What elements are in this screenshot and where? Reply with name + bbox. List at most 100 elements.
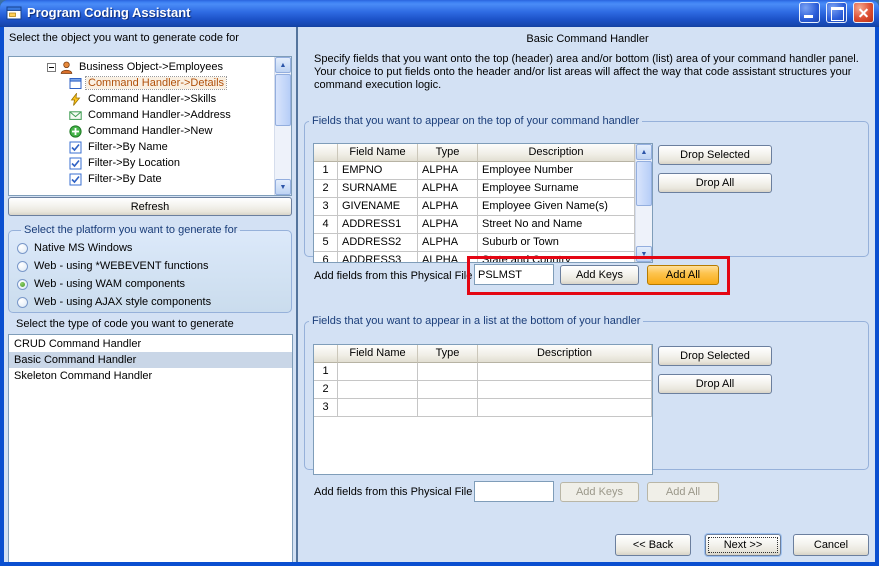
- cell-num: 4: [314, 216, 338, 234]
- tree-item-filter-by-date[interactable]: Filter->By Date: [9, 171, 274, 187]
- cell-description: [478, 363, 652, 381]
- scroll-down-icon[interactable]: ▼: [275, 179, 291, 195]
- column-header-description[interactable]: Description: [478, 345, 652, 363]
- list-item-basic-command-handler[interactable]: Basic Command Handler: [9, 352, 292, 368]
- cell-field-name: ADDRESS2: [338, 234, 418, 252]
- radio-icon[interactable]: [17, 297, 28, 308]
- cell-num: 6: [314, 252, 338, 263]
- radio-web-webevent[interactable]: Web - using *WEBEVENT functions: [17, 257, 285, 275]
- tree-item-label: Filter->By Location: [86, 157, 182, 169]
- drop-all-button[interactable]: Drop All: [658, 173, 772, 193]
- table-row[interactable]: 6 ADDRESS3 ALPHA State and Country: [314, 252, 635, 263]
- add-keys-button[interactable]: Add Keys: [560, 265, 639, 285]
- tree-item-business-object-employees[interactable]: Business Object->Employees: [9, 59, 274, 75]
- filter-icon: [69, 157, 82, 170]
- column-header-field-name[interactable]: Field Name: [338, 345, 418, 363]
- table-scrollbar[interactable]: ▲ ▼: [635, 144, 652, 262]
- table-grid: Field Name Type Description 1 2: [314, 345, 652, 474]
- column-header-num[interactable]: [314, 345, 338, 363]
- table-row[interactable]: 5 ADDRESS2 ALPHA Suburb or Town: [314, 234, 635, 252]
- cell-num: 2: [314, 381, 338, 399]
- physical-file-input[interactable]: [474, 264, 554, 285]
- code-type-label: Select the type of code you want to gene…: [16, 318, 234, 330]
- radio-label: Web - using *WEBEVENT functions: [34, 260, 208, 272]
- titlebar[interactable]: Program Coding Assistant: [0, 0, 879, 27]
- tree-item-label: Filter->By Name: [86, 141, 170, 153]
- table-row[interactable]: 2: [314, 381, 652, 399]
- cell-description: Employee Number: [478, 162, 635, 180]
- tree-scrollbar[interactable]: ▲ ▼: [274, 57, 291, 195]
- tree-rows: Business Object->Employees Command Handl…: [9, 59, 274, 187]
- table-row[interactable]: 3: [314, 399, 652, 417]
- drop-all-button[interactable]: Drop All: [658, 374, 772, 394]
- radio-web-ajax[interactable]: Web - using AJAX style components: [17, 293, 285, 311]
- column-header-type[interactable]: Type: [418, 345, 478, 363]
- table-row[interactable]: 4 ADDRESS1 ALPHA Street No and Name: [314, 216, 635, 234]
- panel-icon: [69, 77, 82, 90]
- add-all-button[interactable]: Add All: [647, 265, 719, 285]
- envelope-icon: [69, 109, 82, 122]
- tree-item-label: Command Handler->Address: [86, 109, 233, 121]
- tree-item-command-handler-address[interactable]: Command Handler->Address: [9, 107, 274, 123]
- refresh-button[interactable]: Refresh: [8, 197, 292, 216]
- tree-item-filter-by-name[interactable]: Filter->By Name: [9, 139, 274, 155]
- list-item-skeleton-command-handler[interactable]: Skeleton Command Handler: [9, 368, 292, 384]
- radio-icon[interactable]: [17, 261, 28, 272]
- back-button[interactable]: << Back: [615, 534, 691, 556]
- close-icon[interactable]: [853, 2, 874, 23]
- table-row[interactable]: 1 EMPNO ALPHA Employee Number: [314, 162, 635, 180]
- physical-file-input[interactable]: [474, 481, 554, 502]
- tree-item-label: Command Handler->Details: [86, 77, 226, 89]
- table-row[interactable]: 3 GIVENAME ALPHA Employee Given Name(s): [314, 198, 635, 216]
- cell-type: ALPHA: [418, 234, 478, 252]
- cell-field-name: EMPNO: [338, 162, 418, 180]
- table-row[interactable]: 2 SURNAME ALPHA Employee Surname: [314, 180, 635, 198]
- maximize-icon[interactable]: [826, 2, 847, 23]
- minimize-icon[interactable]: [799, 2, 820, 23]
- platform-group: Select the platform you want to generate…: [8, 224, 292, 313]
- platform-group-title: Select the platform you want to generate…: [24, 224, 237, 236]
- tree-item-command-handler-skills[interactable]: Command Handler->Skills: [9, 91, 274, 107]
- tree-item-command-handler-new[interactable]: Command Handler->New: [9, 123, 274, 139]
- cell-type: [418, 381, 478, 399]
- radio-checked-icon[interactable]: [17, 279, 28, 290]
- column-header-description[interactable]: Description: [478, 144, 635, 162]
- radio-native-ms-windows[interactable]: Native MS Windows: [17, 239, 285, 257]
- table-header-row: Field Name Type Description: [314, 345, 652, 363]
- table-header-row: Field Name Type Description: [314, 144, 635, 162]
- app-icon: [6, 5, 22, 21]
- cell-type: ALPHA: [418, 216, 478, 234]
- list-item-crud-command-handler[interactable]: CRUD Command Handler: [9, 336, 292, 352]
- column-header-num[interactable]: [314, 144, 338, 162]
- tree-item-filter-by-location[interactable]: Filter->By Location: [9, 155, 274, 171]
- cancel-button[interactable]: Cancel: [793, 534, 869, 556]
- radio-label: Web - using WAM components: [34, 278, 185, 290]
- scrollbar-thumb[interactable]: [275, 74, 291, 126]
- cell-field-name: ADDRESS3: [338, 252, 418, 263]
- cell-field-name: [338, 399, 418, 417]
- cell-description: [478, 381, 652, 399]
- table-row[interactable]: 1: [314, 363, 652, 381]
- drop-selected-button[interactable]: Drop Selected: [658, 346, 772, 366]
- scrollbar-thumb[interactable]: [636, 161, 652, 206]
- object-tree: Business Object->Employees Command Handl…: [8, 56, 292, 196]
- scroll-up-icon[interactable]: ▲: [636, 144, 652, 160]
- column-header-type[interactable]: Type: [418, 144, 478, 162]
- cell-type: [418, 363, 478, 381]
- next-button[interactable]: Next >>: [705, 534, 781, 556]
- scroll-up-icon[interactable]: ▲: [275, 57, 291, 73]
- plus-icon: [69, 125, 82, 138]
- radio-icon[interactable]: [17, 243, 28, 254]
- tree-item-command-handler-details[interactable]: Command Handler->Details: [9, 75, 274, 91]
- drop-selected-button[interactable]: Drop Selected: [658, 145, 772, 165]
- scroll-down-icon[interactable]: ▼: [636, 246, 652, 262]
- cell-description: Suburb or Town: [478, 234, 635, 252]
- column-header-field-name[interactable]: Field Name: [338, 144, 418, 162]
- tree-item-label: Filter->By Date: [86, 173, 164, 185]
- radio-label: Web - using AJAX style components: [34, 296, 211, 308]
- radio-web-wam[interactable]: Web - using WAM components: [17, 275, 285, 293]
- add-keys-button-disabled: Add Keys: [560, 482, 639, 502]
- bottom-fields-table: Field Name Type Description 1 2: [313, 344, 653, 475]
- collapse-icon[interactable]: [47, 63, 56, 72]
- cell-type: ALPHA: [418, 180, 478, 198]
